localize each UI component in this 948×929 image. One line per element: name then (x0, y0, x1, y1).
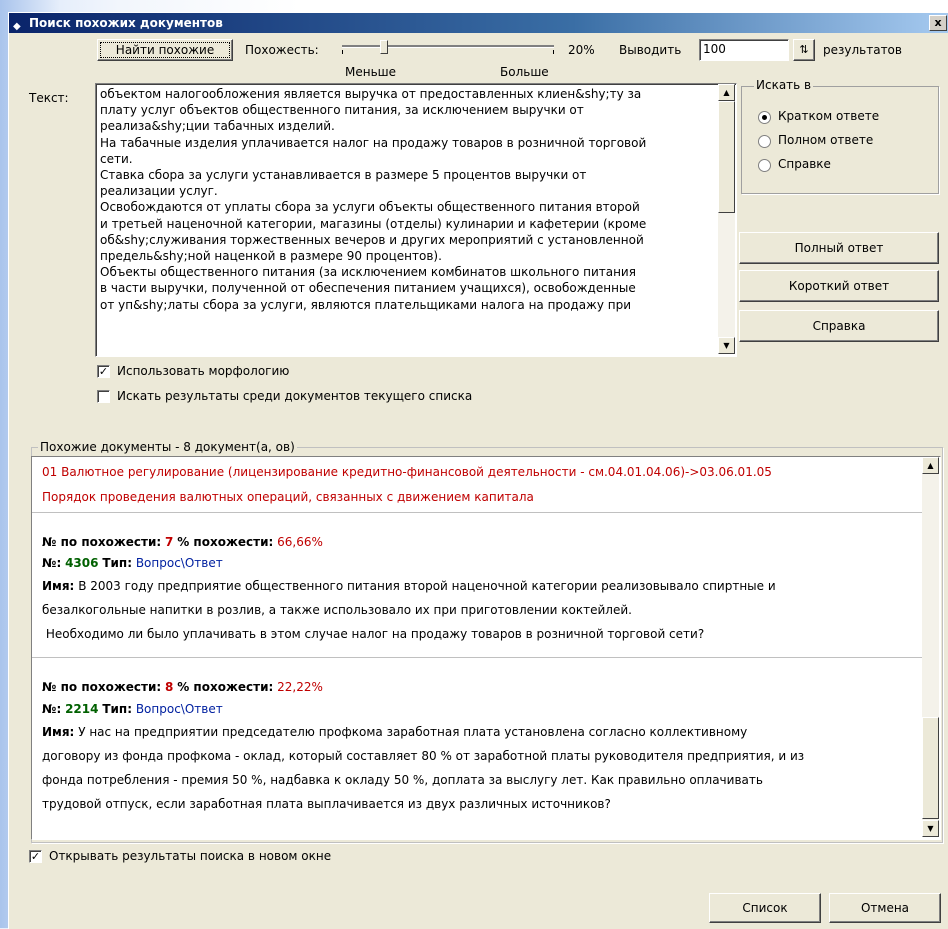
name-label: Имя: (42, 579, 75, 593)
find-similar-button[interactable]: Найти похожие (97, 39, 233, 61)
name-label: Имя: (42, 725, 75, 739)
close-button[interactable]: x (929, 15, 947, 31)
spin-updown-icon: ⇅ (799, 43, 809, 56)
text-content: объектом налогообложения является выручк… (100, 87, 647, 312)
name-line: договору из фонда профкома - оклад, кото… (42, 749, 805, 763)
type-label: Тип: (102, 702, 132, 716)
results-label: результатов (823, 43, 902, 57)
number-label: №: (42, 702, 62, 716)
similarity-slider-thumb[interactable] (380, 40, 389, 54)
text-area[interactable]: объектом налогообложения является выручк… (95, 83, 737, 357)
dialog-window: ◆ Поиск похожих документов x Найти похож… (8, 12, 948, 929)
results-header-line1: 01 Валютное регулирование (лицензировани… (42, 465, 772, 479)
search-current-label: Искать результаты среди документов текущ… (117, 389, 473, 403)
rank-label: № по похожести: (42, 680, 162, 694)
open-new-window-checkbox[interactable]: ✓ (29, 850, 42, 863)
results-title: Похожие документы - 8 документ(а, ов) (38, 440, 297, 454)
full-answer-button[interactable]: Полный ответ (739, 232, 939, 264)
output-label: Выводить (619, 43, 682, 57)
radio-full-answer[interactable] (758, 135, 771, 148)
number-value: 2214 (65, 702, 99, 716)
name-line: безалкогольные напитки в розлив, а также… (42, 603, 632, 617)
radio-full-answer-label: Полном ответе (778, 133, 874, 147)
list-button[interactable]: Список (709, 893, 821, 923)
search-current-checkbox[interactable] (97, 390, 110, 403)
results-scroll-thumb[interactable] (922, 717, 939, 819)
name-line: У нас на предприятии председателю профко… (78, 725, 748, 739)
use-morphology-label: Использовать морфологию (117, 364, 290, 378)
use-morphology-checkbox[interactable]: ✓ (97, 365, 110, 378)
close-icon: x (934, 16, 942, 29)
text-scrollbar[interactable]: ▲ ▼ (718, 84, 735, 354)
rank-value: 8 (165, 680, 174, 694)
open-new-window-label: Открывать результаты поиска в новом окне (49, 849, 332, 863)
text-scroll-thumb[interactable] (718, 101, 735, 213)
name-line: В 2003 году предприятие общественного пи… (78, 579, 776, 593)
similarity-label: Похожесть: (245, 43, 319, 57)
rank-value: 7 (165, 535, 174, 549)
text-label: Текст: (29, 91, 69, 105)
type-value: Вопрос\Ответ (135, 556, 223, 570)
scroll-down-arrow-icon[interactable]: ▼ (718, 337, 735, 354)
reference-button[interactable]: Справка (739, 310, 939, 342)
search-in-group: Искать в Кратком ответе Полном ответе Сп… (741, 78, 939, 194)
scroll-down-arrow-icon[interactable]: ▼ (922, 820, 939, 837)
results-header-line2: Порядок проведения валютных операций, св… (42, 490, 534, 504)
radio-reference-label: Справке (778, 157, 831, 171)
results-separator (32, 512, 937, 513)
type-label: Тип: (102, 556, 132, 570)
name-line: Необходимо ли было уплачивать в этом слу… (42, 627, 705, 641)
app-icon: ◆ (13, 21, 21, 32)
results-scrollbar[interactable]: ▲ ▼ (922, 457, 939, 837)
rank-label: № по похожести: (42, 535, 162, 549)
number-value: 4306 (65, 556, 99, 570)
slider-less-label: Меньше (345, 65, 397, 79)
type-value: Вопрос\Ответ (135, 702, 223, 716)
title-bar[interactable]: ◆ Поиск похожих документов x (9, 13, 948, 33)
percent-value: 22,22% (277, 680, 323, 694)
output-count-value: 100 (703, 42, 726, 56)
similarity-value: 20% (568, 43, 595, 57)
scroll-up-arrow-icon[interactable]: ▲ (718, 84, 735, 101)
output-count-input[interactable]: 100 (699, 39, 789, 61)
name-line: трудовой отпуск, если заработная плата в… (42, 797, 611, 811)
number-label: №: (42, 556, 62, 570)
search-in-title: Искать в (754, 78, 814, 92)
slider-more-label: Больше (500, 65, 549, 79)
radio-short-answer-label: Кратком ответе (778, 109, 880, 123)
cancel-button[interactable]: Отмена (829, 893, 941, 923)
results-separator (32, 657, 937, 658)
spin-button[interactable]: ⇅ (793, 39, 815, 61)
radio-short-answer[interactable] (758, 111, 771, 124)
short-answer-button[interactable]: Короткий ответ (739, 270, 939, 302)
radio-reference[interactable] (758, 159, 771, 172)
results-list[interactable]: 01 Валютное регулирование (лицензировани… (31, 456, 941, 840)
percent-value: 66,66% (277, 535, 323, 549)
window-title: Поиск похожих документов (29, 16, 223, 30)
name-line: фонда потребления - премия 50 %, надбавк… (42, 773, 763, 787)
percent-label: % похожести: (177, 535, 274, 549)
percent-label: % похожести: (177, 680, 274, 694)
scroll-up-arrow-icon[interactable]: ▲ (922, 457, 939, 474)
